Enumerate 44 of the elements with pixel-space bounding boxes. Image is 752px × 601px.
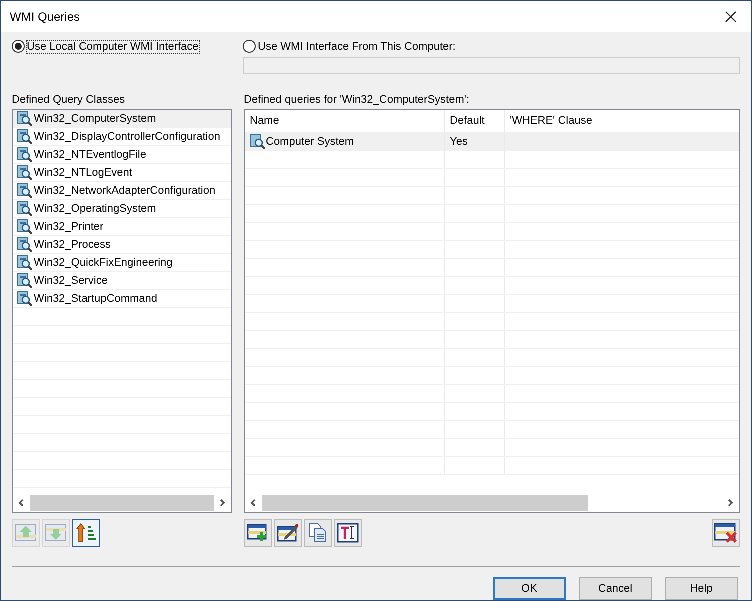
class-list-item[interactable]: Win32_DisplayControllerConfiguration bbox=[13, 128, 231, 146]
radio-option[interactable]: Use WMI Interface From This Computer: bbox=[243, 40, 740, 53]
query-class-icon bbox=[17, 128, 33, 144]
column-header[interactable]: 'WHERE' Clause bbox=[505, 110, 739, 132]
query-class-icon bbox=[17, 182, 33, 198]
help-button[interactable]: Help bbox=[665, 577, 738, 600]
query-row[interactable]: Computer System Yes bbox=[245, 133, 739, 151]
class-list-item[interactable]: Win32_StartupCommand bbox=[13, 290, 231, 308]
query-default: Yes bbox=[450, 136, 468, 148]
window-title: WMI Queries bbox=[10, 10, 80, 24]
class-list-item[interactable]: Win32_NetworkAdapterConfiguration bbox=[13, 182, 231, 200]
query-class-icon bbox=[17, 200, 33, 216]
query-class-icon bbox=[17, 272, 33, 288]
queries-label: Defined queries for 'Win32_ComputerSystem': bbox=[244, 94, 471, 108]
column-header[interactable]: Default bbox=[445, 110, 505, 132]
class-list-item[interactable]: Win32_NTLogEvent bbox=[13, 164, 231, 182]
ok-button[interactable]: OK bbox=[493, 577, 566, 600]
class-list-item[interactable]: Win32_NTEventlogFile bbox=[13, 146, 231, 164]
class-list-item[interactable]: Win32_Process bbox=[13, 236, 231, 254]
query-class-icon bbox=[17, 164, 33, 180]
class-list-item[interactable]: Win32_ComputerSystem bbox=[13, 110, 231, 128]
query-class-icon bbox=[17, 218, 33, 234]
class-list-item[interactable]: Win32_Service bbox=[13, 272, 231, 290]
query-class-icon bbox=[17, 290, 33, 306]
radio-option[interactable]: Use Local Computer WMI Interface bbox=[12, 40, 199, 53]
query-class-icon bbox=[17, 254, 33, 270]
class-list-item[interactable]: Win32_Printer bbox=[13, 218, 231, 236]
edit-query-button[interactable] bbox=[274, 519, 302, 547]
classes-label: Defined Query Classes bbox=[12, 94, 126, 108]
query-class-icon bbox=[17, 110, 33, 126]
query-icon bbox=[250, 134, 266, 150]
delete-query-button[interactable] bbox=[712, 519, 740, 547]
add-query-button[interactable] bbox=[244, 519, 272, 547]
copy-query-button[interactable] bbox=[304, 519, 332, 547]
class-list-item[interactable]: Win32_QuickFixEngineering bbox=[13, 254, 231, 272]
cancel-button[interactable]: Cancel bbox=[579, 577, 652, 600]
query-class-icon bbox=[17, 236, 33, 252]
close-icon[interactable] bbox=[725, 10, 737, 22]
column-header[interactable]: Name bbox=[245, 110, 445, 132]
sort-button[interactable] bbox=[72, 519, 100, 547]
query-class-icon bbox=[17, 146, 33, 162]
class-list-item[interactable]: Win32_OperatingSystem bbox=[13, 200, 231, 218]
query-name: Computer System bbox=[266, 136, 354, 148]
rename-button[interactable] bbox=[334, 519, 362, 547]
